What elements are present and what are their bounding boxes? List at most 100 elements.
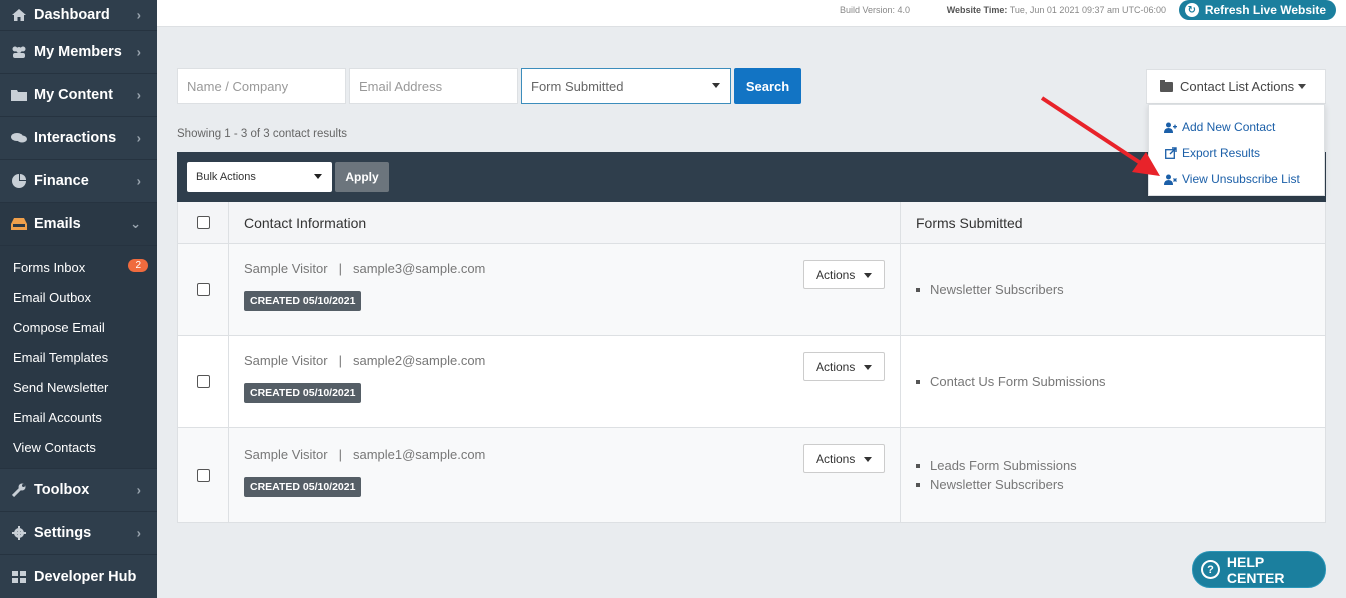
- row-actions-button[interactable]: Actions: [803, 260, 885, 289]
- submenu-compose-email[interactable]: Compose Email: [0, 312, 157, 342]
- table-header: Contact Information Forms Submitted: [178, 202, 1325, 244]
- bulk-actions-select[interactable]: Bulk Actions: [187, 162, 332, 192]
- refresh-label: Refresh Live Website: [1204, 3, 1326, 17]
- caret-down-icon: [314, 174, 322, 179]
- emails-submenu: Forms Inbox 2 Email Outbox Compose Email …: [0, 246, 157, 469]
- submenu-email-outbox[interactable]: Email Outbox: [0, 282, 157, 312]
- help-center-button[interactable]: ? HELP CENTER: [1192, 551, 1326, 588]
- website-time: Website Time: Tue, Jun 01 2021 09:37 am …: [947, 5, 1166, 15]
- name-company-placeholder: Name / Company: [187, 78, 289, 94]
- contact-name: Sample Visitor: [244, 261, 328, 276]
- submenu-label: Compose Email: [13, 319, 105, 335]
- sidebar-item-finance[interactable]: Finance ›: [0, 160, 157, 203]
- sidebar-item-toolbox[interactable]: Toolbox ›: [0, 469, 157, 512]
- chevron-right-icon: ›: [136, 87, 141, 103]
- select-all-checkbox[interactable]: [196, 216, 210, 229]
- submenu-label: Forms Inbox: [13, 259, 86, 275]
- row-actions-button[interactable]: Actions: [803, 444, 885, 473]
- chevron-right-icon: ›: [136, 7, 141, 23]
- refresh-live-website-button[interactable]: ↻ Refresh Live Website: [1178, 0, 1336, 20]
- search-button[interactable]: Search: [734, 68, 801, 104]
- submenu-email-accounts[interactable]: Email Accounts: [0, 402, 157, 432]
- submenu-forms-inbox[interactable]: Forms Inbox 2: [0, 252, 157, 282]
- bulk-actions-value: Bulk Actions: [196, 171, 256, 183]
- contact-email: sample2@sample.com: [352, 353, 486, 368]
- chevron-right-icon: ›: [136, 173, 141, 189]
- actions-label: Actions: [816, 359, 856, 374]
- sidebar-item-dashboard[interactable]: Dashboard ›: [0, 0, 157, 31]
- sidebar-item-label: My Content: [34, 87, 113, 103]
- sidebar-item-label: Dashboard: [34, 7, 110, 23]
- results-count: Showing 1 - 3 of 3 contact results: [177, 128, 348, 140]
- table-row: Sample Visitor | sample3@sample.com CREA…: [178, 244, 1325, 336]
- contact-name: Sample Visitor: [244, 353, 328, 368]
- sidebar-item-emails[interactable]: Emails ⌄: [0, 203, 157, 246]
- gear-icon: [10, 526, 28, 540]
- submenu-send-newsletter[interactable]: Send Newsletter: [0, 372, 157, 402]
- forms-inbox-badge: 2: [128, 259, 148, 272]
- forms-cell: Leads Form Submissions Newsletter Subscr…: [901, 428, 1325, 522]
- separator: |: [338, 353, 342, 368]
- sidebar-item-my-members[interactable]: My Members ›: [0, 31, 157, 74]
- chevron-right-icon: ›: [136, 482, 141, 498]
- folder-icon: [10, 88, 28, 102]
- apply-button[interactable]: Apply: [335, 162, 389, 192]
- row-checkbox[interactable]: [196, 375, 210, 388]
- sidebar-item-settings[interactable]: Settings ›: [0, 512, 157, 555]
- row-checkbox[interactable]: [196, 283, 210, 296]
- created-badge: CREATED 05/10/2021: [244, 477, 362, 497]
- caret-down-icon: [864, 273, 872, 278]
- header-contact-information: Contact Information: [229, 202, 901, 243]
- website-time-label: Website Time:: [946, 5, 1008, 15]
- header-forms-submitted: Forms Submitted: [916, 214, 1023, 231]
- forms-cell: Newsletter Subscribers: [901, 244, 1325, 335]
- chevron-right-icon: ›: [136, 44, 141, 60]
- email-address-placeholder: Email Address: [359, 78, 443, 94]
- contact-cell: Sample Visitor | sample1@sample.com CREA…: [229, 428, 901, 522]
- submenu-label: Send Newsletter: [13, 379, 109, 395]
- menu-label: Export Results: [1182, 146, 1261, 160]
- submenu-email-templates[interactable]: Email Templates: [0, 342, 157, 372]
- menu-export-results[interactable]: Export Results: [1149, 140, 1324, 166]
- sidebar-item-interactions[interactable]: Interactions ›: [0, 117, 157, 160]
- row-checkbox-cell: [178, 428, 229, 522]
- submenu-view-contacts[interactable]: View Contacts: [0, 432, 157, 462]
- contacts-table: Contact Information Forms Submitted Samp…: [177, 202, 1326, 523]
- email-address-input[interactable]: Email Address: [349, 68, 518, 104]
- sidebar-item-label: Developer Hub: [34, 568, 137, 585]
- contact-list-actions-label: Contact List Actions: [1180, 79, 1295, 94]
- row-actions-button[interactable]: Actions: [803, 352, 885, 381]
- menu-label: Add New Contact: [1182, 120, 1276, 134]
- contact-line: Sample Visitor | sample3@sample.com: [244, 261, 485, 276]
- row-checkbox[interactable]: [196, 468, 210, 482]
- table-row: Sample Visitor | sample2@sample.com CREA…: [178, 336, 1325, 428]
- contact-list-actions-button[interactable]: Contact List Actions: [1146, 69, 1326, 104]
- home-icon: [10, 8, 28, 22]
- contact-email: sample3@sample.com: [352, 261, 486, 276]
- form-submitted-select[interactable]: Form Submitted: [521, 68, 731, 104]
- sidebar-item-my-content[interactable]: My Content ›: [0, 74, 157, 117]
- menu-add-new-contact[interactable]: Add New Contact: [1149, 114, 1324, 140]
- table-row: Sample Visitor | sample1@sample.com CREA…: [178, 428, 1325, 522]
- actions-label: Actions: [816, 267, 856, 282]
- form-item: Newsletter Subscribers: [916, 280, 1064, 299]
- caret-down-icon: [864, 457, 872, 462]
- forms-list: Contact Us Form Submissions: [916, 372, 1106, 391]
- website-time-value: Tue, Jun 01 2021 09:37 am UTC-06:00: [1009, 5, 1166, 15]
- sidebar-item-developer-hub[interactable]: Developer Hub: [0, 555, 157, 598]
- menu-label: View Unsubscribe List: [1182, 172, 1300, 186]
- chevron-right-icon: ›: [136, 130, 141, 146]
- row-checkbox-cell: [178, 244, 229, 335]
- form-submitted-value: Form Submitted: [531, 78, 624, 94]
- grid-icon: [10, 570, 28, 584]
- contact-email: sample1@sample.com: [352, 447, 486, 462]
- build-version: Build Version: 4.0: [839, 5, 910, 15]
- sidebar-item-label: Settings: [34, 525, 92, 541]
- contact-line: Sample Visitor | sample2@sample.com: [244, 353, 485, 368]
- menu-view-unsubscribe-list[interactable]: View Unsubscribe List: [1149, 166, 1324, 192]
- wrench-icon: [10, 483, 28, 497]
- name-company-input[interactable]: Name / Company: [177, 68, 346, 104]
- row-checkbox-cell: [178, 336, 229, 427]
- topbar: Build Version: 4.0 Website Time: Tue, Ju…: [157, 0, 1346, 27]
- header-checkbox-cell: [178, 202, 229, 243]
